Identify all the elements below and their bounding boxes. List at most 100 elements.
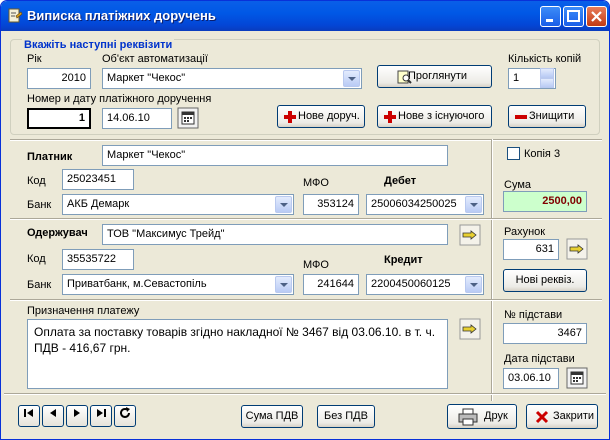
basis-date-input[interactable]: 03.06.10 — [503, 368, 559, 389]
minimize-button[interactable] — [540, 6, 561, 27]
first-record-button[interactable] — [18, 405, 40, 427]
sum-input[interactable]: 2500,00 — [503, 191, 587, 212]
copy3-checkbox[interactable] — [507, 147, 520, 160]
receiver-account-label: Кредит — [384, 254, 423, 266]
divider — [10, 299, 602, 301]
payer-account-combo[interactable]: 25006034250025 — [366, 194, 484, 215]
purpose-textarea[interactable]: Оплата за поставку товарів згідно наклад… — [27, 319, 448, 389]
maximize-icon — [567, 10, 580, 22]
payer-code-input[interactable]: 25023451 — [62, 169, 134, 190]
close-window-button[interactable] — [586, 6, 607, 27]
app-icon — [8, 8, 23, 23]
calendar-icon[interactable] — [177, 107, 199, 129]
minimize-icon — [546, 19, 553, 22]
close-button[interactable]: Закрити — [526, 404, 598, 429]
last-icon — [97, 409, 106, 417]
hand-pointer-icon[interactable] — [566, 238, 588, 260]
account-label: Рахунок — [504, 226, 546, 238]
last-record-button[interactable] — [90, 405, 112, 427]
printer-icon — [458, 408, 478, 426]
doc-number-label: Номер и дату платіжного доручення — [27, 93, 212, 105]
first-icon — [24, 409, 33, 417]
new-details-button[interactable]: Нові реквіз. — [503, 269, 587, 292]
doc-date-input[interactable]: 14.06.10 — [102, 108, 172, 129]
receiver-mfo-label: МФО — [303, 259, 329, 271]
divider — [4, 393, 606, 395]
receiver-mfo-input[interactable]: 241644 — [303, 274, 359, 295]
year-input[interactable]: 2010 — [27, 68, 91, 89]
purpose-label: Призначення платежу — [27, 305, 140, 317]
receiver-account-value: 2200450060125 — [371, 278, 451, 290]
hand-pointer-icon[interactable] — [459, 224, 481, 246]
next-icon — [74, 409, 80, 417]
plus-icon — [384, 111, 396, 123]
chevron-down-icon[interactable] — [465, 196, 482, 213]
chevron-down-icon[interactable] — [343, 70, 360, 87]
refresh-icon — [120, 407, 130, 418]
vat-sum-label: Сума ПДВ — [245, 410, 299, 422]
receiver-account-combo[interactable]: 2200450060125 — [366, 274, 484, 295]
payer-mfo-label: МФО — [303, 177, 329, 189]
spin-up-icon[interactable] — [540, 68, 554, 78]
payer-mfo-input[interactable]: 353124 — [303, 194, 359, 215]
delete-button-label: Знищити — [529, 110, 575, 122]
divider — [10, 218, 602, 220]
copies-spinner[interactable] — [540, 68, 554, 89]
sum-label: Сума — [504, 179, 532, 191]
new-doc-button-label: Нове доруч. — [298, 110, 360, 122]
prev-record-button[interactable] — [42, 405, 64, 427]
receiver-name-input[interactable]: ТОВ "Максимус Трейд" — [102, 224, 448, 245]
copies-value: 1 — [513, 72, 520, 84]
new-from-existing-label: Нове з існуючого — [398, 110, 485, 122]
new-doc-button[interactable]: Нове доруч. — [277, 105, 365, 128]
no-vat-button[interactable]: Без ПДВ — [317, 405, 375, 428]
next-record-button[interactable] — [66, 405, 88, 427]
plus-icon — [284, 111, 296, 123]
receiver-code-input[interactable]: 35535722 — [62, 249, 134, 270]
close-x-icon — [535, 410, 549, 424]
chevron-down-icon[interactable] — [465, 276, 482, 293]
spin-down-icon[interactable] — [540, 78, 554, 88]
receiver-bank-combo[interactable]: Приватбанк, м.Севастопіль — [62, 274, 294, 295]
maximize-button[interactable] — [563, 6, 584, 27]
minus-icon — [515, 115, 527, 119]
calendar-icon[interactable] — [566, 367, 588, 389]
payer-account-value: 25006034250025 — [371, 198, 457, 210]
doc-number-input[interactable]: 1 — [27, 108, 91, 129]
receiver-bank-label: Банк — [27, 279, 52, 291]
new-details-label: Нові реквіз. — [515, 274, 575, 286]
hand-pointer-icon[interactable] — [459, 318, 481, 340]
chevron-down-icon[interactable] — [275, 196, 292, 213]
form-area: Вкажіть наступні реквізити Рік 2010 Об'є… — [4, 31, 606, 437]
window-title: Виписка платіжних доручень — [27, 8, 216, 23]
payer-account-label: Дебет — [384, 175, 417, 187]
basis-date-label: Дата підстави — [504, 353, 575, 365]
object-label: Об'єкт автоматизації — [102, 53, 208, 65]
payer-bank-combo[interactable]: АКБ Демарк — [62, 194, 294, 215]
chevron-down-icon[interactable] — [275, 276, 292, 293]
account-input[interactable]: 631 — [503, 239, 559, 260]
object-combo[interactable]: Маркет "Чекос" — [102, 68, 362, 89]
copy3-label: Копія 3 — [524, 148, 561, 160]
divider — [10, 139, 602, 141]
payer-name-input[interactable]: Маркет "Чекос" — [102, 145, 448, 166]
payer-bank-value: АКБ Демарк — [67, 198, 130, 210]
print-button[interactable]: Друк — [447, 404, 517, 429]
year-label: Рік — [27, 53, 42, 65]
vat-sum-button[interactable]: Сума ПДВ — [241, 405, 303, 428]
view-document-icon — [397, 70, 412, 84]
print-label: Друк — [484, 410, 508, 422]
vertical-divider — [491, 139, 493, 401]
basis-no-input[interactable]: 3467 — [503, 323, 587, 344]
basis-no-label: № підстави — [504, 309, 563, 321]
main-window: Виписка платіжних доручень Вкажіть насту… — [0, 0, 610, 440]
title-bar[interactable]: Виписка платіжних доручень — [1, 1, 609, 31]
receiver-code-label: Код — [27, 253, 46, 265]
receiver-label: Одержувач — [27, 227, 88, 239]
view-button[interactable]: Проглянути — [377, 65, 492, 88]
delete-button[interactable]: Знищити — [508, 105, 586, 128]
refresh-button[interactable] — [114, 405, 136, 427]
close-icon — [591, 11, 602, 22]
new-from-existing-button[interactable]: Нове з існуючого — [377, 105, 492, 128]
object-value: Маркет "Чекос" — [107, 72, 186, 84]
